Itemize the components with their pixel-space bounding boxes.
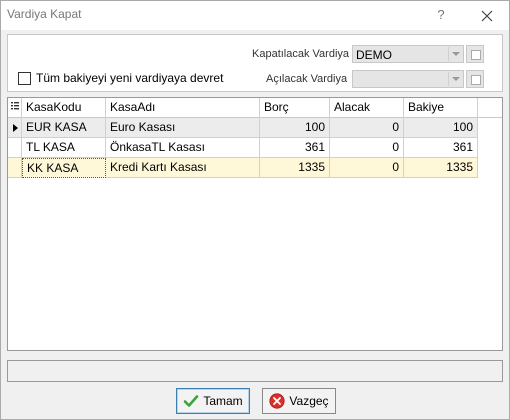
close-button[interactable] xyxy=(473,3,501,27)
kapatilacak-vardiya-value: DEMO xyxy=(356,48,392,62)
row-indicator xyxy=(8,158,22,178)
dialog-body: Kapatılacak Vardiya DEMO Tüm bakiyeyi ye… xyxy=(1,30,509,419)
status-bar xyxy=(7,360,503,382)
devret-checkbox-label: Tüm bakiyeyi yeni vardiyaya devret xyxy=(36,71,224,85)
cell-kasakodu[interactable]: EUR KASA xyxy=(22,118,106,138)
column-header-alacak[interactable]: Alacak xyxy=(330,98,404,118)
help-button[interactable]: ? xyxy=(429,3,453,27)
column-header-kasakodu[interactable]: KasaKodu xyxy=(22,98,106,118)
table-row[interactable]: TL KASA ÖnkasaTL Kasası 361 0 361 xyxy=(8,138,478,158)
row-indicator xyxy=(8,138,22,158)
cell-kasaadi[interactable]: ÖnkasaTL Kasası xyxy=(106,138,260,158)
cell-kasaadi[interactable]: Euro Kasası xyxy=(106,118,260,138)
devret-checkbox[interactable] xyxy=(18,71,31,85)
cell-borc[interactable]: 100 xyxy=(260,118,330,138)
column-chooser-button[interactable] xyxy=(8,98,22,118)
acilacak-lookup-button[interactable] xyxy=(466,70,484,88)
ok-button-label: Tamam xyxy=(203,394,243,408)
cell-kasakodu[interactable]: KK KASA xyxy=(22,158,106,178)
current-row-arrow-icon xyxy=(13,124,18,132)
acilacak-vardiya-combo[interactable] xyxy=(352,70,464,88)
cell-borc[interactable]: 1335 xyxy=(260,158,330,178)
dialog-window: Vardiya Kapat ? Kapatılacak Vardiya DEMO… xyxy=(0,0,510,420)
devret-checkbox-row[interactable]: Tüm bakiyeyi yeni vardiyaya devret xyxy=(18,71,223,85)
cell-bakiye[interactable]: 361 xyxy=(404,138,478,158)
cell-bakiye[interactable]: 1335 xyxy=(404,158,478,178)
cell-kasakodu[interactable]: TL KASA xyxy=(22,138,106,158)
column-header-kasaadi[interactable]: KasaAdı xyxy=(106,98,260,118)
kasa-grid[interactable]: KasaKodu KasaAdı Borç Alacak Bakiye EUR … xyxy=(7,97,503,351)
grid-header: KasaKodu KasaAdı Borç Alacak Bakiye xyxy=(8,98,502,118)
table-row[interactable]: EUR KASA Euro Kasası 100 0 100 xyxy=(8,118,478,138)
kapatilacak-lookup-button[interactable] xyxy=(466,45,484,63)
checkmark-icon xyxy=(184,395,199,407)
kapatilacak-vardiya-combo[interactable]: DEMO xyxy=(352,45,464,63)
title-bar: Vardiya Kapat ? xyxy=(1,1,509,30)
column-chooser-icon xyxy=(11,102,19,110)
acilacak-vardiya-label: Açılacak Vardiya xyxy=(266,73,348,85)
window-title: Vardiya Kapat xyxy=(7,7,82,21)
ok-button[interactable]: Tamam xyxy=(176,388,250,414)
cell-alacak[interactable]: 0 xyxy=(330,118,404,138)
cancel-x-icon xyxy=(269,393,286,409)
column-header-borc[interactable]: Borç xyxy=(260,98,330,118)
column-header-bakiye[interactable]: Bakiye xyxy=(404,98,478,118)
cell-bakiye[interactable]: 100 xyxy=(404,118,478,138)
cancel-button-label: Vazgeç xyxy=(289,394,329,408)
table-row[interactable]: KK KASA Kredi Kartı Kasası 1335 0 1335 xyxy=(8,158,478,178)
row-indicator xyxy=(8,118,22,138)
cell-borc[interactable]: 361 xyxy=(260,138,330,158)
close-icon xyxy=(481,10,493,22)
cancel-button[interactable]: Vazgeç xyxy=(262,388,336,414)
cell-alacak[interactable]: 0 xyxy=(330,158,404,178)
cell-alacak[interactable]: 0 xyxy=(330,138,404,158)
kapatilacak-vardiya-label: Kapatılacak Vardiya xyxy=(252,48,350,60)
options-panel: Kapatılacak Vardiya DEMO Tüm bakiyeyi ye… xyxy=(7,34,503,92)
chevron-down-icon[interactable] xyxy=(448,47,462,61)
cell-kasaadi[interactable]: Kredi Kartı Kasası xyxy=(106,158,260,178)
chevron-down-icon[interactable] xyxy=(448,72,462,86)
